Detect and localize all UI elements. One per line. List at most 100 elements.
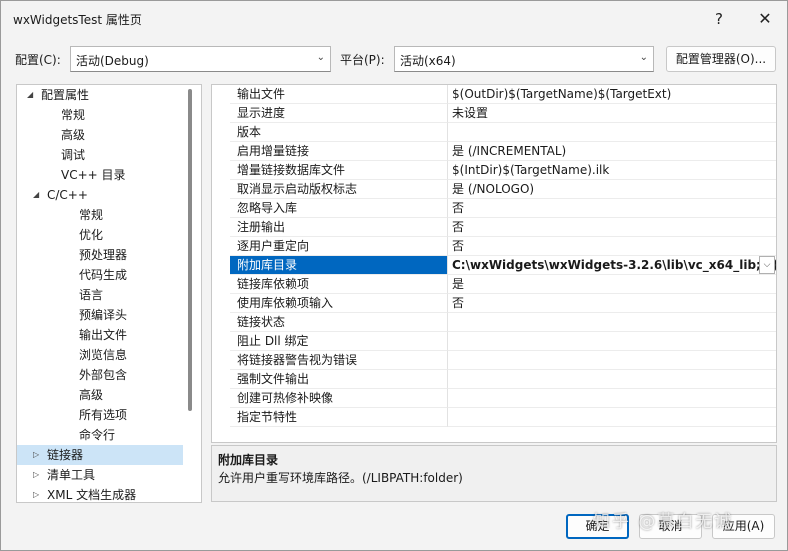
tree-item[interactable]: VC++ 目录 [17,165,183,185]
property-value[interactable]: 是 [448,275,776,294]
configuration-combo[interactable]: 活动(Debug) ⌄ [70,46,331,72]
property-grid[interactable]: 输出文件 $(OutDir)$(TargetName)$(TargetExt) 显示… [211,84,777,443]
property-row[interactable]: 取消显示启动版权标志是 (/NOLOGO) [212,180,776,199]
collapsed-arrow-icon[interactable]: ▷ [33,445,39,465]
tree-item[interactable]: 常规 [17,105,183,125]
property-row[interactable]: 注册输出否 [212,218,776,237]
tree-item[interactable]: 高级 [17,385,183,405]
property-value[interactable]: $(OutDir)$(TargetName)$(TargetExt) [448,85,776,104]
tree-item[interactable]: 预编译头 [17,305,183,325]
property-value[interactable] [448,389,776,408]
property-row[interactable]: 强制文件输出 [212,370,776,389]
tree-item-label: 输出文件 [79,328,128,342]
tree-item[interactable]: 输出文件 [17,325,183,345]
property-row[interactable]: 指定节特性 [212,408,776,427]
close-button[interactable]: ✕ [750,5,780,33]
property-value[interactable] [448,370,776,389]
property-name: 使用库依赖项输入 [230,294,448,313]
property-name: 将链接器警告视为错误 [230,351,448,370]
property-row[interactable]: 使用库依赖项输入否 [212,294,776,313]
property-value[interactable] [448,332,776,351]
tree-item-label: 调试 [61,148,86,162]
property-row[interactable]: 输出文件 $(OutDir)$(TargetName)$(TargetExt) [212,85,776,104]
tree-item[interactable]: 命令行 [17,425,183,445]
tree-item[interactable]: 调试 [17,145,183,165]
property-row[interactable]: 附加库目录 C:\wxWidgets\wxWidgets-3.2.6\lib\vc… [212,256,776,275]
tree-item[interactable]: ▷ XML 文档生成器 [17,485,183,502]
tree-item[interactable]: 外部包含 [17,365,183,385]
property-row[interactable]: 启用增量链接是 (/INCREMENTAL) [212,142,776,161]
property-row[interactable]: 链接状态 [212,313,776,332]
tree-item-label: 常规 [79,208,104,222]
tree-item-label: 配置属性 [41,88,90,102]
tree-item-label: 优化 [79,228,104,242]
tree-item[interactable]: ▷ 链接器 [17,445,183,465]
tree-item[interactable]: 预处理器 [17,245,183,265]
property-row[interactable]: 链接库依赖项是 [212,275,776,294]
property-value[interactable]: 否 [448,218,776,237]
tree-scrollbar[interactable] [188,89,192,411]
property-tree[interactable]: ◢ 配置属性 常规 高级 调试 VC++ 目录 ◢ C/C++ 常规 优化 预处理器 代码生成 语言 预编… [16,84,202,503]
property-value-text: 否 [452,201,465,215]
help-button[interactable]: ? [704,5,734,33]
tree-item[interactable]: ▷ 清单工具 [17,465,183,485]
tree-item[interactable]: 语言 [17,285,183,305]
property-value-text: 是 [452,277,465,291]
tree-item[interactable]: 浏览信息 [17,345,183,365]
platform-label: 平台(P): [340,53,385,67]
property-row[interactable]: 逐用户重定向否 [212,237,776,256]
tree-item-label: 命令行 [79,428,116,442]
tree-item-label: 代码生成 [79,268,128,282]
property-value[interactable]: 否 [448,237,776,256]
configuration-manager-button[interactable]: 配置管理器(O)... [666,46,776,72]
tree-item[interactable]: 所有选项 [17,405,183,425]
collapsed-arrow-icon[interactable]: ▷ [33,485,39,502]
property-row[interactable]: 增量链接数据库文件 $(IntDir)$(TargetName).ilk [212,161,776,180]
property-value[interactable] [448,408,776,427]
tree-item[interactable]: 优化 [17,225,183,245]
property-pages-dialog: wxWidgetsTest 属性页 ? ✕ 配置(C): 活动(Debug) ⌄… [0,0,788,551]
tree-item[interactable]: 常规 [17,205,183,225]
property-row[interactable]: 将链接器警告视为错误 [212,351,776,370]
expanded-arrow-icon[interactable]: ◢ [33,185,39,205]
tree-item[interactable]: 高级 [17,125,183,145]
property-value[interactable]: 否 [448,294,776,313]
description-panel: 附加库目录 允许用户重写环境库路径。(/LIBPATH:folder) [211,445,777,502]
property-name: 逐用户重定向 [230,237,448,256]
chevron-down-icon[interactable]: ⌵ [759,256,775,274]
tree-item-label: 浏览信息 [79,348,128,362]
property-name: 附加库目录 [230,256,448,275]
chevron-down-icon: ⌄ [639,52,648,63]
property-row[interactable]: 版本 [212,123,776,142]
property-value[interactable]: 是 (/INCREMENTAL) [448,142,776,161]
property-value[interactable]: $(IntDir)$(TargetName).ilk [448,161,776,180]
property-name: 注册输出 [230,218,448,237]
property-name: 阻止 Dll 绑定 [230,332,448,351]
chevron-down-icon: ⌄ [316,52,325,63]
platform-combo[interactable]: 活动(x64) ⌄ [394,46,654,72]
expanded-arrow-icon[interactable]: ◢ [27,85,33,105]
property-value[interactable]: 否 [448,199,776,218]
property-value[interactable]: 未设置 [448,104,776,123]
property-value[interactable]: 是 (/NOLOGO) [448,180,776,199]
property-value-text: 是 (/NOLOGO) [452,182,535,196]
property-name: 版本 [230,123,448,142]
tree-item[interactable]: 代码生成 [17,265,183,285]
property-name: 启用增量链接 [230,142,448,161]
property-row[interactable]: 显示进度 未设置 [212,104,776,123]
collapsed-arrow-icon[interactable]: ▷ [33,465,39,485]
tree-item-label: 常规 [61,108,86,122]
property-name: 忽略导入库 [230,199,448,218]
watermark: 知乎 @慕白无诚 [593,512,734,532]
tree-item-label: 语言 [79,288,104,302]
property-value[interactable] [448,123,776,142]
property-value[interactable]: C:\wxWidgets\wxWidgets-3.2.6\lib\vc_x64_… [448,256,776,275]
property-row[interactable]: 阻止 Dll 绑定 [212,332,776,351]
tree-item[interactable]: ◢ C/C++ [17,185,183,205]
property-row[interactable]: 忽略导入库否 [212,199,776,218]
property-value[interactable] [448,351,776,370]
tree-item[interactable]: ◢ 配置属性 [17,85,183,105]
property-value[interactable] [448,313,776,332]
property-row[interactable]: 创建可热修补映像 [212,389,776,408]
property-value-text: 否 [452,220,465,234]
